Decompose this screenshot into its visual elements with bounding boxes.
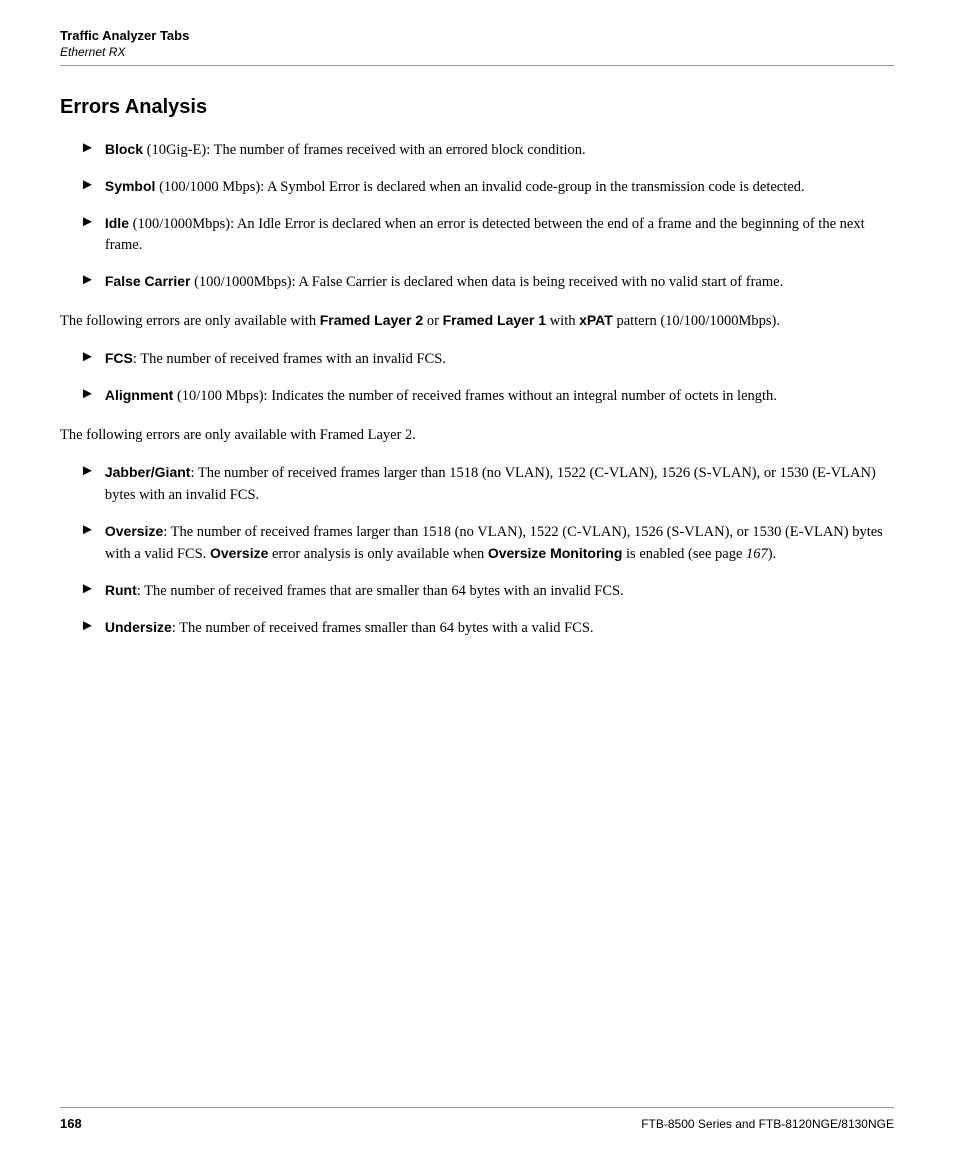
framed-bullet-list: ► FCS: The number of received frames wit… [60,348,894,408]
main-bullet-list: ► Block (10Gig-E): The number of frames … [60,139,894,294]
term-idle: Idle [105,215,129,231]
term-block: Block [105,141,143,157]
arrow-icon: ► [80,177,95,194]
section-title: Errors Analysis [60,96,894,119]
list-item: ► False Carrier (100/1000Mbps): A False … [60,271,894,294]
header-subtitle: Ethernet RX [60,45,894,59]
term-runt: Runt [105,582,137,598]
bullet-text-undersize: Undersize: The number of received frames… [105,617,594,640]
page: Traffic Analyzer Tabs Ethernet RX Errors… [0,0,954,1159]
arrow-icon: ► [80,618,95,635]
list-item: ► Idle (100/1000Mbps): An Idle Error is … [60,213,894,258]
list-item: ► Alignment (10/100 Mbps): Indicates the… [60,385,894,408]
list-item: ► Runt: The number of received frames th… [60,580,894,603]
list-item: ► FCS: The number of received frames wit… [60,348,894,371]
list-item: ► Block (10Gig-E): The number of frames … [60,139,894,162]
term-symbol: Symbol [105,178,156,194]
arrow-icon: ► [80,349,95,366]
bullet-text-fcs: FCS: The number of received frames with … [105,348,446,371]
main-content: Errors Analysis ► Block (10Gig-E): The n… [0,66,954,716]
list-item: ► Oversize: The number of received frame… [60,521,894,567]
term-oversize: Oversize [105,523,163,539]
term-false-carrier: False Carrier [105,273,191,289]
bullet-text-alignment: Alignment (10/100 Mbps): Indicates the n… [105,385,777,408]
bullet-text-idle: Idle (100/1000Mbps): An Idle Error is de… [105,213,894,258]
bullet-text-runt: Runt: The number of received frames that… [105,580,624,603]
page-footer: 168 FTB-8500 Series and FTB-8120NGE/8130… [60,1107,894,1131]
bullet-text-oversize: Oversize: The number of received frames … [105,521,894,567]
footer-product-name: FTB-8500 Series and FTB-8120NGE/8130NGE [641,1117,894,1131]
layer2-bullet-list: ► Jabber/Giant: The number of received f… [60,462,894,640]
term-jabber: Jabber/Giant [105,464,191,480]
footer-page-number: 168 [60,1116,82,1131]
arrow-icon: ► [80,386,95,403]
arrow-icon: ► [80,140,95,157]
bullet-text-block: Block (10Gig-E): The number of frames re… [105,139,586,162]
list-item: ► Undersize: The number of received fram… [60,617,894,640]
bullet-text-false-carrier: False Carrier (100/1000Mbps): A False Ca… [105,271,783,294]
list-item: ► Jabber/Giant: The number of received f… [60,462,894,507]
page-header: Traffic Analyzer Tabs Ethernet RX [0,0,954,59]
arrow-icon: ► [80,214,95,231]
bullet-text-symbol: Symbol (100/1000 Mbps): A Symbol Error i… [105,176,805,199]
paragraph-framed-intro: The following errors are only available … [60,310,894,332]
arrow-icon: ► [80,522,95,539]
header-title: Traffic Analyzer Tabs [60,28,894,43]
arrow-icon: ► [80,581,95,598]
term-alignment: Alignment [105,387,173,403]
term-undersize: Undersize [105,619,172,635]
arrow-icon: ► [80,272,95,289]
paragraph-layer2-intro: The following errors are only available … [60,424,894,446]
bullet-text-jabber: Jabber/Giant: The number of received fra… [105,462,894,507]
list-item: ► Symbol (100/1000 Mbps): A Symbol Error… [60,176,894,199]
arrow-icon: ► [80,463,95,480]
term-fcs: FCS [105,350,133,366]
